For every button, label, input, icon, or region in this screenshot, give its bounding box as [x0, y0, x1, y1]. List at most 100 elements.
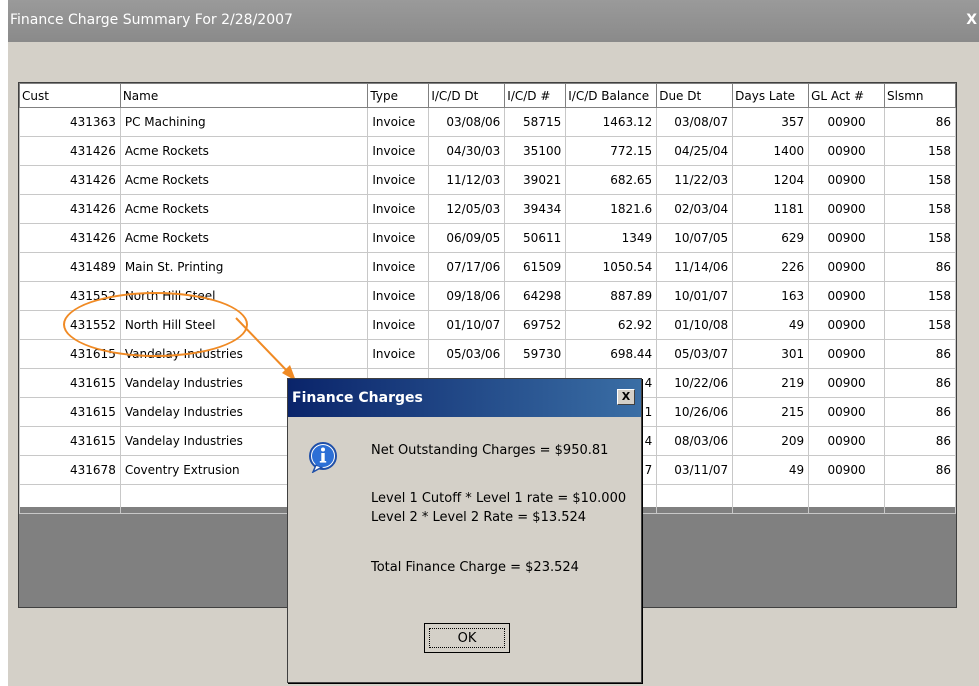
- col-header-slsmn[interactable]: Slsmn: [884, 83, 956, 108]
- cell-days-late: 1181: [732, 194, 810, 224]
- cell-cust: 431615: [19, 368, 121, 398]
- col-header-name[interactable]: Name: [119, 83, 369, 108]
- cell-icd-dt: 03/08/06: [428, 107, 506, 137]
- cell-gl-act: 00900: [808, 165, 886, 195]
- cell-days-late: 49: [732, 455, 810, 485]
- ok-button-label: OK: [429, 628, 505, 648]
- cell-slsmn: 158: [884, 194, 956, 224]
- cell-slsmn: 86: [884, 397, 956, 427]
- cell-icd-dt: 01/10/07: [428, 310, 506, 340]
- cell-icd-dt: 05/03/06: [428, 339, 506, 369]
- col-header-type[interactable]: Type: [367, 83, 430, 108]
- cell-due-dt: 02/03/04: [656, 194, 734, 224]
- cell-slsmn: 86: [884, 455, 956, 485]
- cell-type: Invoice: [367, 252, 430, 282]
- cell-icd-num: 35100: [504, 136, 567, 166]
- cell-icd-dt: 12/05/03: [428, 194, 506, 224]
- level2-text: Level 2 * Level 2 Rate = $13.524: [371, 510, 587, 525]
- cell-type: Invoice: [367, 339, 430, 369]
- cell-slsmn: 86: [884, 368, 956, 398]
- cell-gl-act: 00900: [808, 281, 886, 311]
- table-row[interactable]: 431489 Main St. Printing Invoice 07/17/06 61…: [19, 252, 956, 282]
- col-header-due-dt[interactable]: Due Dt: [656, 83, 734, 108]
- col-header-icd-dt[interactable]: I/C/D Dt: [428, 83, 506, 108]
- cell-slsmn: 158: [884, 165, 956, 195]
- cell-name: Acme Rockets: [119, 194, 369, 224]
- cell-slsmn: 158: [884, 223, 956, 253]
- cell-cust: [19, 484, 121, 514]
- cell-type: Invoice: [367, 223, 430, 253]
- table-row[interactable]: 431426 Acme Rockets Invoice 11/12/03 39021 68…: [19, 165, 956, 195]
- grid-header-row: Cust Name Type I/C/D Dt I/C/D # I/C/D Ba…: [19, 83, 956, 108]
- table-row[interactable]: 431426 Acme Rockets Invoice 12/05/03 39434 18…: [19, 194, 956, 224]
- cell-due-dt: 05/03/07: [656, 339, 734, 369]
- cell-slsmn: 158: [884, 310, 956, 340]
- cell-slsmn: 86: [884, 252, 956, 282]
- table-row[interactable]: 431426 Acme Rockets Invoice 04/30/03 35100 77…: [19, 136, 956, 166]
- cell-type: Invoice: [367, 194, 430, 224]
- cell-cust: 431426: [19, 194, 121, 224]
- cell-days-late: [732, 484, 810, 514]
- cell-icd-num: 39434: [504, 194, 567, 224]
- cell-icd-num: 39021: [504, 165, 567, 195]
- cell-due-dt: 01/10/08: [656, 310, 734, 340]
- level1-text: Level 1 Cutoff * Level 1 rate = $10.000: [371, 491, 627, 506]
- cell-icd-num: 50611: [504, 223, 567, 253]
- cell-gl-act: 00900: [808, 136, 886, 166]
- cell-cust: 431615: [19, 426, 121, 456]
- cell-gl-act: 00900: [808, 339, 886, 369]
- cell-due-dt: 10/07/05: [656, 223, 734, 253]
- cell-icd-balance: 1821.6: [565, 194, 658, 224]
- cell-icd-dt: 09/18/06: [428, 281, 506, 311]
- cell-days-late: 49: [732, 310, 810, 340]
- cell-icd-balance: 1050.54: [565, 252, 658, 282]
- cell-due-dt: 03/08/07: [656, 107, 734, 137]
- col-header-icd-num[interactable]: I/C/D #: [504, 83, 567, 108]
- cell-cust: 431678: [19, 455, 121, 485]
- col-header-cust[interactable]: Cust: [19, 83, 121, 108]
- cell-icd-dt: 11/12/03: [428, 165, 506, 195]
- window-titlebar: Finance Charge Summary For 2/28/2007 X: [8, 0, 979, 42]
- cell-slsmn: 86: [884, 426, 956, 456]
- cell-slsmn: 86: [884, 107, 956, 137]
- cell-type: Invoice: [367, 107, 430, 137]
- cell-slsmn: [884, 484, 956, 514]
- cell-name: PC Machining: [119, 107, 369, 137]
- cell-days-late: 357: [732, 107, 810, 137]
- cell-slsmn: 158: [884, 136, 956, 166]
- dialog-title: Finance Charges: [292, 390, 423, 406]
- cell-due-dt: 10/22/06: [656, 368, 734, 398]
- cell-due-dt: 04/25/04: [656, 136, 734, 166]
- cell-icd-num: 61509: [504, 252, 567, 282]
- dialog-titlebar: Finance Charges X: [288, 379, 641, 417]
- cell-name: Acme Rockets: [119, 136, 369, 166]
- dialog-close-icon[interactable]: X: [617, 389, 635, 405]
- cell-icd-num: 64298: [504, 281, 567, 311]
- cell-gl-act: 00900: [808, 455, 886, 485]
- window-close-icon[interactable]: X: [966, 12, 977, 28]
- cell-icd-dt: 04/30/03: [428, 136, 506, 166]
- cell-days-late: 163: [732, 281, 810, 311]
- col-header-gl-act[interactable]: GL Act #: [808, 83, 886, 108]
- cell-gl-act: 00900: [808, 223, 886, 253]
- table-row[interactable]: 431426 Acme Rockets Invoice 06/09/05 50611 13…: [19, 223, 956, 253]
- cell-days-late: 226: [732, 252, 810, 282]
- cell-due-dt: 11/22/03: [656, 165, 734, 195]
- cell-type: Invoice: [367, 310, 430, 340]
- cell-icd-dt: 06/09/05: [428, 223, 506, 253]
- cell-icd-num: 69752: [504, 310, 567, 340]
- cell-gl-act: 00900: [808, 310, 886, 340]
- cell-icd-balance: 1463.12: [565, 107, 658, 137]
- cell-cust: 431426: [19, 165, 121, 195]
- cell-cust: 431426: [19, 223, 121, 253]
- window-title: Finance Charge Summary For 2/28/2007: [10, 12, 293, 28]
- cell-days-late: 629: [732, 223, 810, 253]
- ok-button[interactable]: OK: [424, 623, 510, 653]
- info-icon: [309, 442, 337, 473]
- cell-gl-act: 00900: [808, 194, 886, 224]
- table-row[interactable]: 431363 PC Machining Invoice 03/08/06 58715 14…: [19, 107, 956, 137]
- cell-icd-balance: 698.44: [565, 339, 658, 369]
- col-header-days-late[interactable]: Days Late: [732, 83, 810, 108]
- cell-cust: 431363: [19, 107, 121, 137]
- col-header-icd-balance[interactable]: I/C/D Balance: [565, 83, 658, 108]
